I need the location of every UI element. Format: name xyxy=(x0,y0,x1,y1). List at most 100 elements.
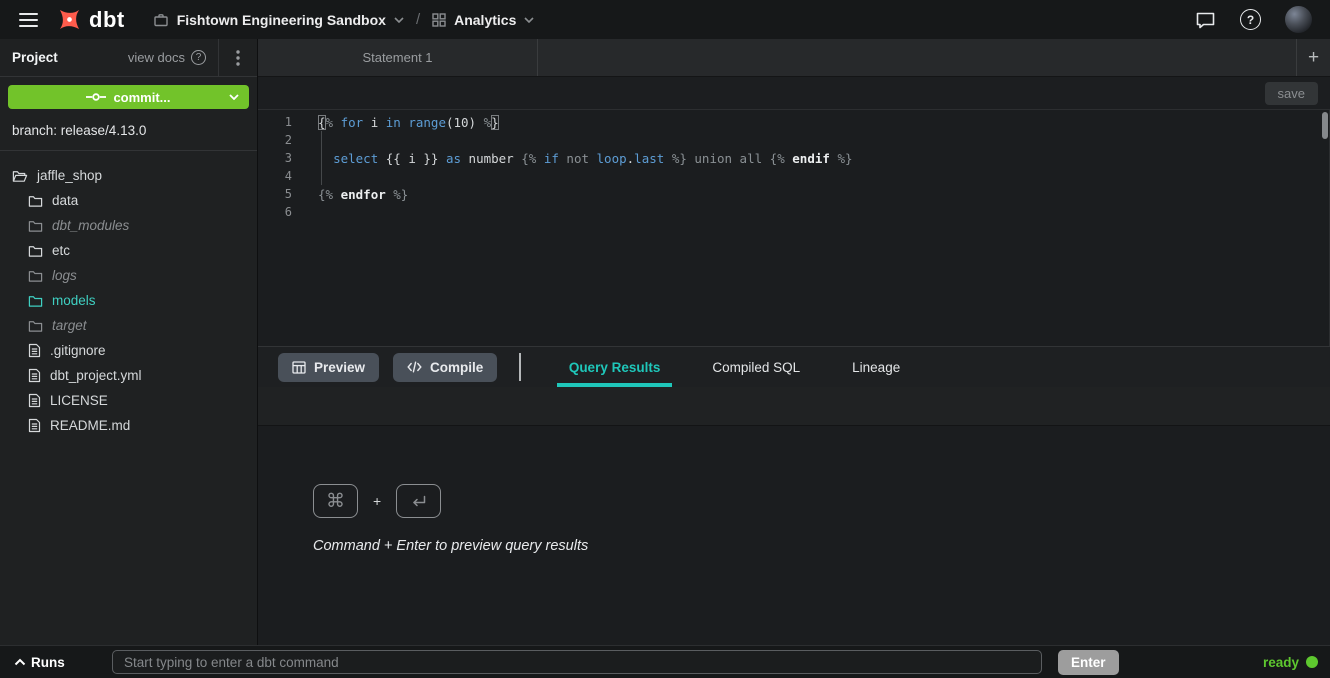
folder-open-icon xyxy=(12,169,28,183)
commit-button[interactable]: commit... xyxy=(8,85,249,109)
line-number: 5 xyxy=(258,187,302,201)
tree-item-jaffle-shop[interactable]: jaffle_shop xyxy=(0,163,257,188)
tab-lineage[interactable]: Lineage xyxy=(840,347,912,387)
help-icon[interactable]: ? xyxy=(1240,9,1261,30)
chevron-down-icon xyxy=(524,17,534,23)
line-number: 3 xyxy=(258,151,302,165)
command-input[interactable] xyxy=(112,650,1042,674)
grid-icon xyxy=(432,13,446,27)
kebab-menu-icon[interactable] xyxy=(219,39,257,76)
preview-button[interactable]: Preview xyxy=(278,353,379,382)
file-icon xyxy=(28,393,41,408)
code-line-5[interactable]: 5{% endfor %} xyxy=(258,185,1330,203)
account-name: Fishtown Engineering Sandbox xyxy=(177,12,386,28)
avatar[interactable] xyxy=(1285,6,1312,33)
status-label: ready xyxy=(1263,655,1299,670)
tree-item-label: etc xyxy=(52,243,70,258)
project-name: Analytics xyxy=(454,12,516,28)
tree-item-etc[interactable]: etc xyxy=(0,238,257,263)
enter-key-icon xyxy=(396,484,441,518)
results-subheader xyxy=(258,387,1330,426)
indent-guide xyxy=(321,131,322,185)
docs-help-icon: ? xyxy=(191,50,206,65)
folder-icon xyxy=(28,269,43,283)
folder-icon xyxy=(28,294,43,308)
file-icon xyxy=(28,418,41,433)
runs-toggle[interactable]: Runs xyxy=(8,655,104,670)
menu-icon[interactable] xyxy=(0,0,56,39)
compile-button[interactable]: Compile xyxy=(393,353,497,382)
branch-label: branch: release/4.13.0 xyxy=(0,117,257,151)
logo-text: dbt xyxy=(89,9,125,31)
command-key-icon: ⌘ xyxy=(313,484,358,518)
code-editor[interactable]: 1{% for i in range(10) %} 2 3 select {{ i … xyxy=(258,110,1330,346)
runs-label: Runs xyxy=(31,655,65,670)
chevron-down-icon xyxy=(229,94,239,100)
tree-item-dbt-project-yml[interactable]: dbt_project.yml xyxy=(0,363,257,388)
tree-item-label: target xyxy=(52,318,87,333)
file-icon xyxy=(28,343,41,358)
tab-statement-1[interactable]: Statement 1 xyxy=(258,39,538,76)
bottom-bar: Runs Enter ready xyxy=(0,645,1330,678)
tree-item-label: jaffle_shop xyxy=(37,168,102,183)
code-text: {% for i in range(10) %} xyxy=(302,115,499,130)
sidebar-title: Project xyxy=(12,50,58,65)
tree-item-label: README.md xyxy=(50,418,130,433)
new-tab-button[interactable]: + xyxy=(1296,39,1330,76)
tree-item-label: logs xyxy=(52,268,77,283)
editor-scrollbar-thumb[interactable] xyxy=(1322,112,1328,139)
project-selector[interactable]: Analytics xyxy=(432,12,534,28)
sidebar: Project view docs ? commit... xyxy=(0,39,258,645)
chevron-up-icon xyxy=(14,658,26,666)
code-text: select {{ i }} as number {% if not loop.… xyxy=(302,151,853,166)
folder-icon xyxy=(28,219,43,233)
tree-item-target[interactable]: target xyxy=(0,313,257,338)
tree-item-label: data xyxy=(52,193,78,208)
code-line-3[interactable]: 3 select {{ i }} as number {% if not loo… xyxy=(258,149,1330,167)
code-area: 1{% for i in range(10) %} 2 3 select {{ i … xyxy=(258,113,1330,221)
tab-compiled-sql[interactable]: Compiled SQL xyxy=(700,347,812,387)
divider xyxy=(519,353,521,381)
tree-item-readme-md[interactable]: README.md xyxy=(0,413,257,438)
tree-item-license[interactable]: LICENSE xyxy=(0,388,257,413)
shortcut-hint-text: Command + Enter to preview query results xyxy=(313,538,1330,554)
breadcrumb-separator: / xyxy=(416,11,420,28)
tree-item-models[interactable]: models xyxy=(0,288,257,313)
code-line-1[interactable]: 1{% for i in range(10) %} xyxy=(258,113,1330,131)
folder-icon xyxy=(28,319,43,333)
line-number: 2 xyxy=(258,133,302,147)
code-text: {% endfor %} xyxy=(302,187,408,202)
results-toolbar: Preview Compile Query Results Compiled SQ… xyxy=(258,346,1330,387)
tree-item-label: .gitignore xyxy=(50,343,106,358)
git-commit-icon xyxy=(86,92,106,102)
view-docs-link[interactable]: view docs ? xyxy=(128,50,206,65)
tree-item-label: models xyxy=(52,293,96,308)
status-dot-icon xyxy=(1306,656,1318,668)
file-tree: jaffle_shopdata dbt_modulesetc logs models t… xyxy=(0,151,257,438)
account-selector[interactable]: Fishtown Engineering Sandbox xyxy=(153,12,404,28)
tab-query-results[interactable]: Query Results xyxy=(557,347,673,387)
tree-item-label: LICENSE xyxy=(50,393,108,408)
code-icon xyxy=(407,361,422,373)
tree-item-gitignore[interactable]: .gitignore xyxy=(0,338,257,363)
line-number: 4 xyxy=(258,169,302,183)
save-button[interactable]: save xyxy=(1265,82,1318,105)
results-empty-state: ⌘ + Command + Enter to preview query res… xyxy=(258,426,1330,645)
enter-button[interactable]: Enter xyxy=(1058,650,1119,675)
briefcase-icon xyxy=(153,12,169,28)
chat-icon[interactable] xyxy=(1195,10,1216,30)
tree-item-logs[interactable]: logs xyxy=(0,263,257,288)
tree-item-data[interactable]: data xyxy=(0,188,257,213)
line-number: 6 xyxy=(258,205,302,219)
folder-icon xyxy=(28,194,43,208)
plus-sign: + xyxy=(373,493,381,509)
code-line-4[interactable]: 4 xyxy=(258,167,1330,185)
dbt-logo[interactable]: dbt xyxy=(56,6,125,33)
code-line-6[interactable]: 6 xyxy=(258,203,1330,221)
code-line-2[interactable]: 2 xyxy=(258,131,1330,149)
editor-toolbar: save xyxy=(258,77,1330,110)
dbt-logo-icon xyxy=(56,6,83,33)
results-tabs: Query Results Compiled SQL Lineage xyxy=(543,347,926,387)
top-bar: dbt Fishtown Engineering Sandbox / Analy… xyxy=(0,0,1330,39)
tree-item-dbt-modules[interactable]: dbt_modules xyxy=(0,213,257,238)
